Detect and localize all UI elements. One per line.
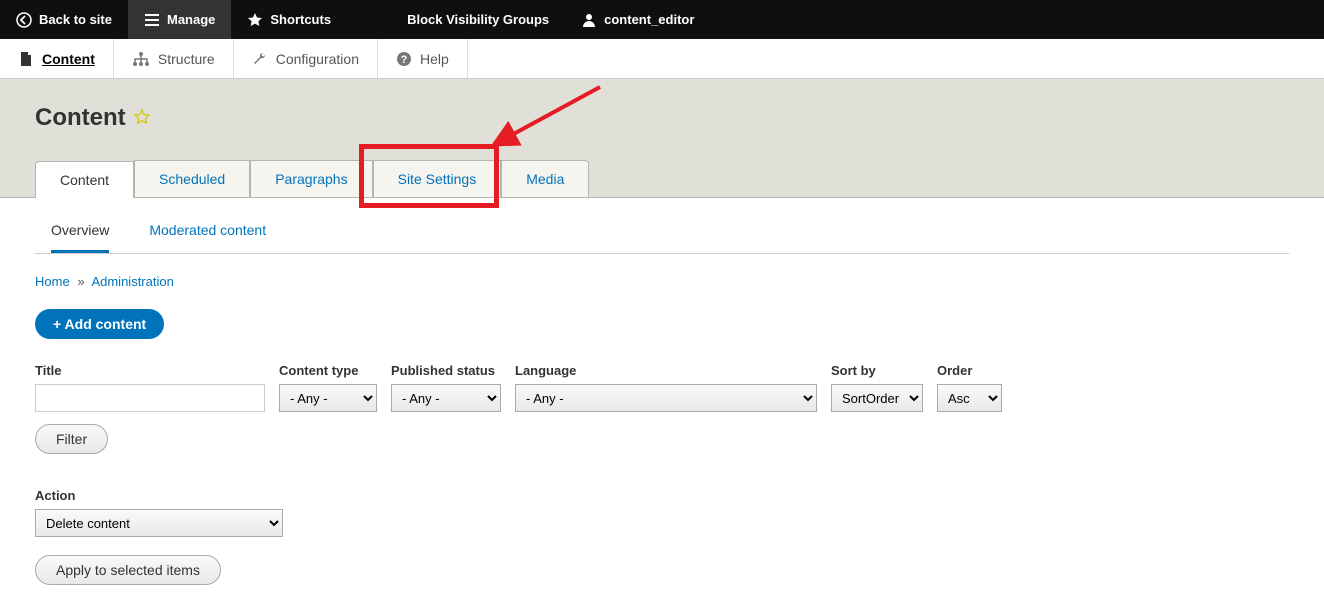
- shortcuts-label: Shortcuts: [270, 12, 331, 27]
- document-icon: [18, 51, 34, 67]
- subtab-moderated-content[interactable]: Moderated content: [149, 222, 266, 253]
- sort-by-label: Sort by: [831, 363, 923, 378]
- action-label: Action: [35, 488, 1289, 503]
- tab-media[interactable]: Media: [501, 160, 589, 197]
- filter-form: Title Content type - Any - Published sta…: [35, 363, 1289, 412]
- order-label: Order: [937, 363, 1002, 378]
- published-status-select[interactable]: - Any -: [391, 384, 501, 412]
- back-to-site-label: Back to site: [39, 12, 112, 27]
- secondary-tabs: Overview Moderated content: [35, 212, 1289, 254]
- admin-menu-help-label: Help: [420, 51, 449, 67]
- action-select[interactable]: Delete content: [35, 509, 283, 537]
- user-menu[interactable]: content_editor: [565, 0, 710, 39]
- star-outline-icon[interactable]: [134, 109, 150, 128]
- title-input[interactable]: [35, 384, 265, 412]
- language-label: Language: [515, 363, 817, 378]
- wrench-icon: [252, 51, 268, 67]
- site-name-label: Block Visibility Groups: [407, 12, 549, 27]
- breadcrumb-separator: »: [77, 274, 84, 289]
- admin-menu-structure[interactable]: Structure: [114, 39, 234, 78]
- question-circle-icon: ?: [396, 51, 412, 67]
- filter-button[interactable]: Filter: [35, 424, 108, 454]
- order-select[interactable]: Asc: [937, 384, 1002, 412]
- breadcrumb-home[interactable]: Home: [35, 274, 70, 289]
- star-icon: [247, 12, 263, 28]
- admin-menu-configuration[interactable]: Configuration: [234, 39, 378, 78]
- apply-button[interactable]: Apply to selected items: [35, 555, 221, 585]
- content-area: Overview Moderated content Home » Admini…: [0, 198, 1324, 615]
- admin-menu-structure-label: Structure: [158, 51, 215, 67]
- title-label: Title: [35, 363, 265, 378]
- breadcrumb-administration[interactable]: Administration: [91, 274, 173, 289]
- back-to-site-link[interactable]: Back to site: [0, 0, 128, 39]
- admin-menu-content[interactable]: Content: [0, 39, 114, 78]
- manage-toggle[interactable]: Manage: [128, 0, 231, 39]
- admin-menu-help[interactable]: ? Help: [378, 39, 468, 78]
- tab-paragraphs[interactable]: Paragraphs: [250, 160, 372, 197]
- page-header: Content Content Scheduled Paragraphs Sit…: [0, 79, 1324, 198]
- admin-menu-content-label: Content: [42, 51, 95, 67]
- site-name: Block Visibility Groups: [347, 0, 565, 39]
- svg-text:?: ?: [401, 54, 408, 66]
- tab-site-settings[interactable]: Site Settings: [373, 160, 502, 197]
- primary-tabs: Content Scheduled Paragraphs Site Settin…: [35, 160, 1289, 197]
- tab-content[interactable]: Content: [35, 161, 134, 198]
- add-content-button[interactable]: + Add content: [35, 309, 164, 339]
- hamburger-icon: [144, 12, 160, 28]
- content-type-select[interactable]: - Any -: [279, 384, 377, 412]
- top-toolbar: Back to site Manage Shortcuts Block Visi…: [0, 0, 1324, 39]
- tab-scheduled[interactable]: Scheduled: [134, 160, 250, 197]
- admin-menu: Content Structure Configuration ? Help: [0, 39, 1324, 79]
- admin-menu-configuration-label: Configuration: [276, 51, 359, 67]
- subtab-overview[interactable]: Overview: [51, 222, 109, 253]
- shortcuts-link[interactable]: Shortcuts: [231, 0, 347, 39]
- content-type-label: Content type: [279, 363, 377, 378]
- action-section: Action Delete content Apply to selected …: [35, 488, 1289, 585]
- page-title: Content: [35, 104, 126, 132]
- published-status-label: Published status: [391, 363, 501, 378]
- hierarchy-icon: [132, 51, 150, 67]
- sort-by-select[interactable]: SortOrder: [831, 384, 923, 412]
- user-icon: [581, 12, 597, 28]
- chevron-left-circle-icon: [16, 12, 32, 28]
- manage-label: Manage: [167, 12, 215, 27]
- user-label: content_editor: [604, 12, 694, 27]
- language-select[interactable]: - Any -: [515, 384, 817, 412]
- breadcrumb: Home » Administration: [35, 274, 1289, 289]
